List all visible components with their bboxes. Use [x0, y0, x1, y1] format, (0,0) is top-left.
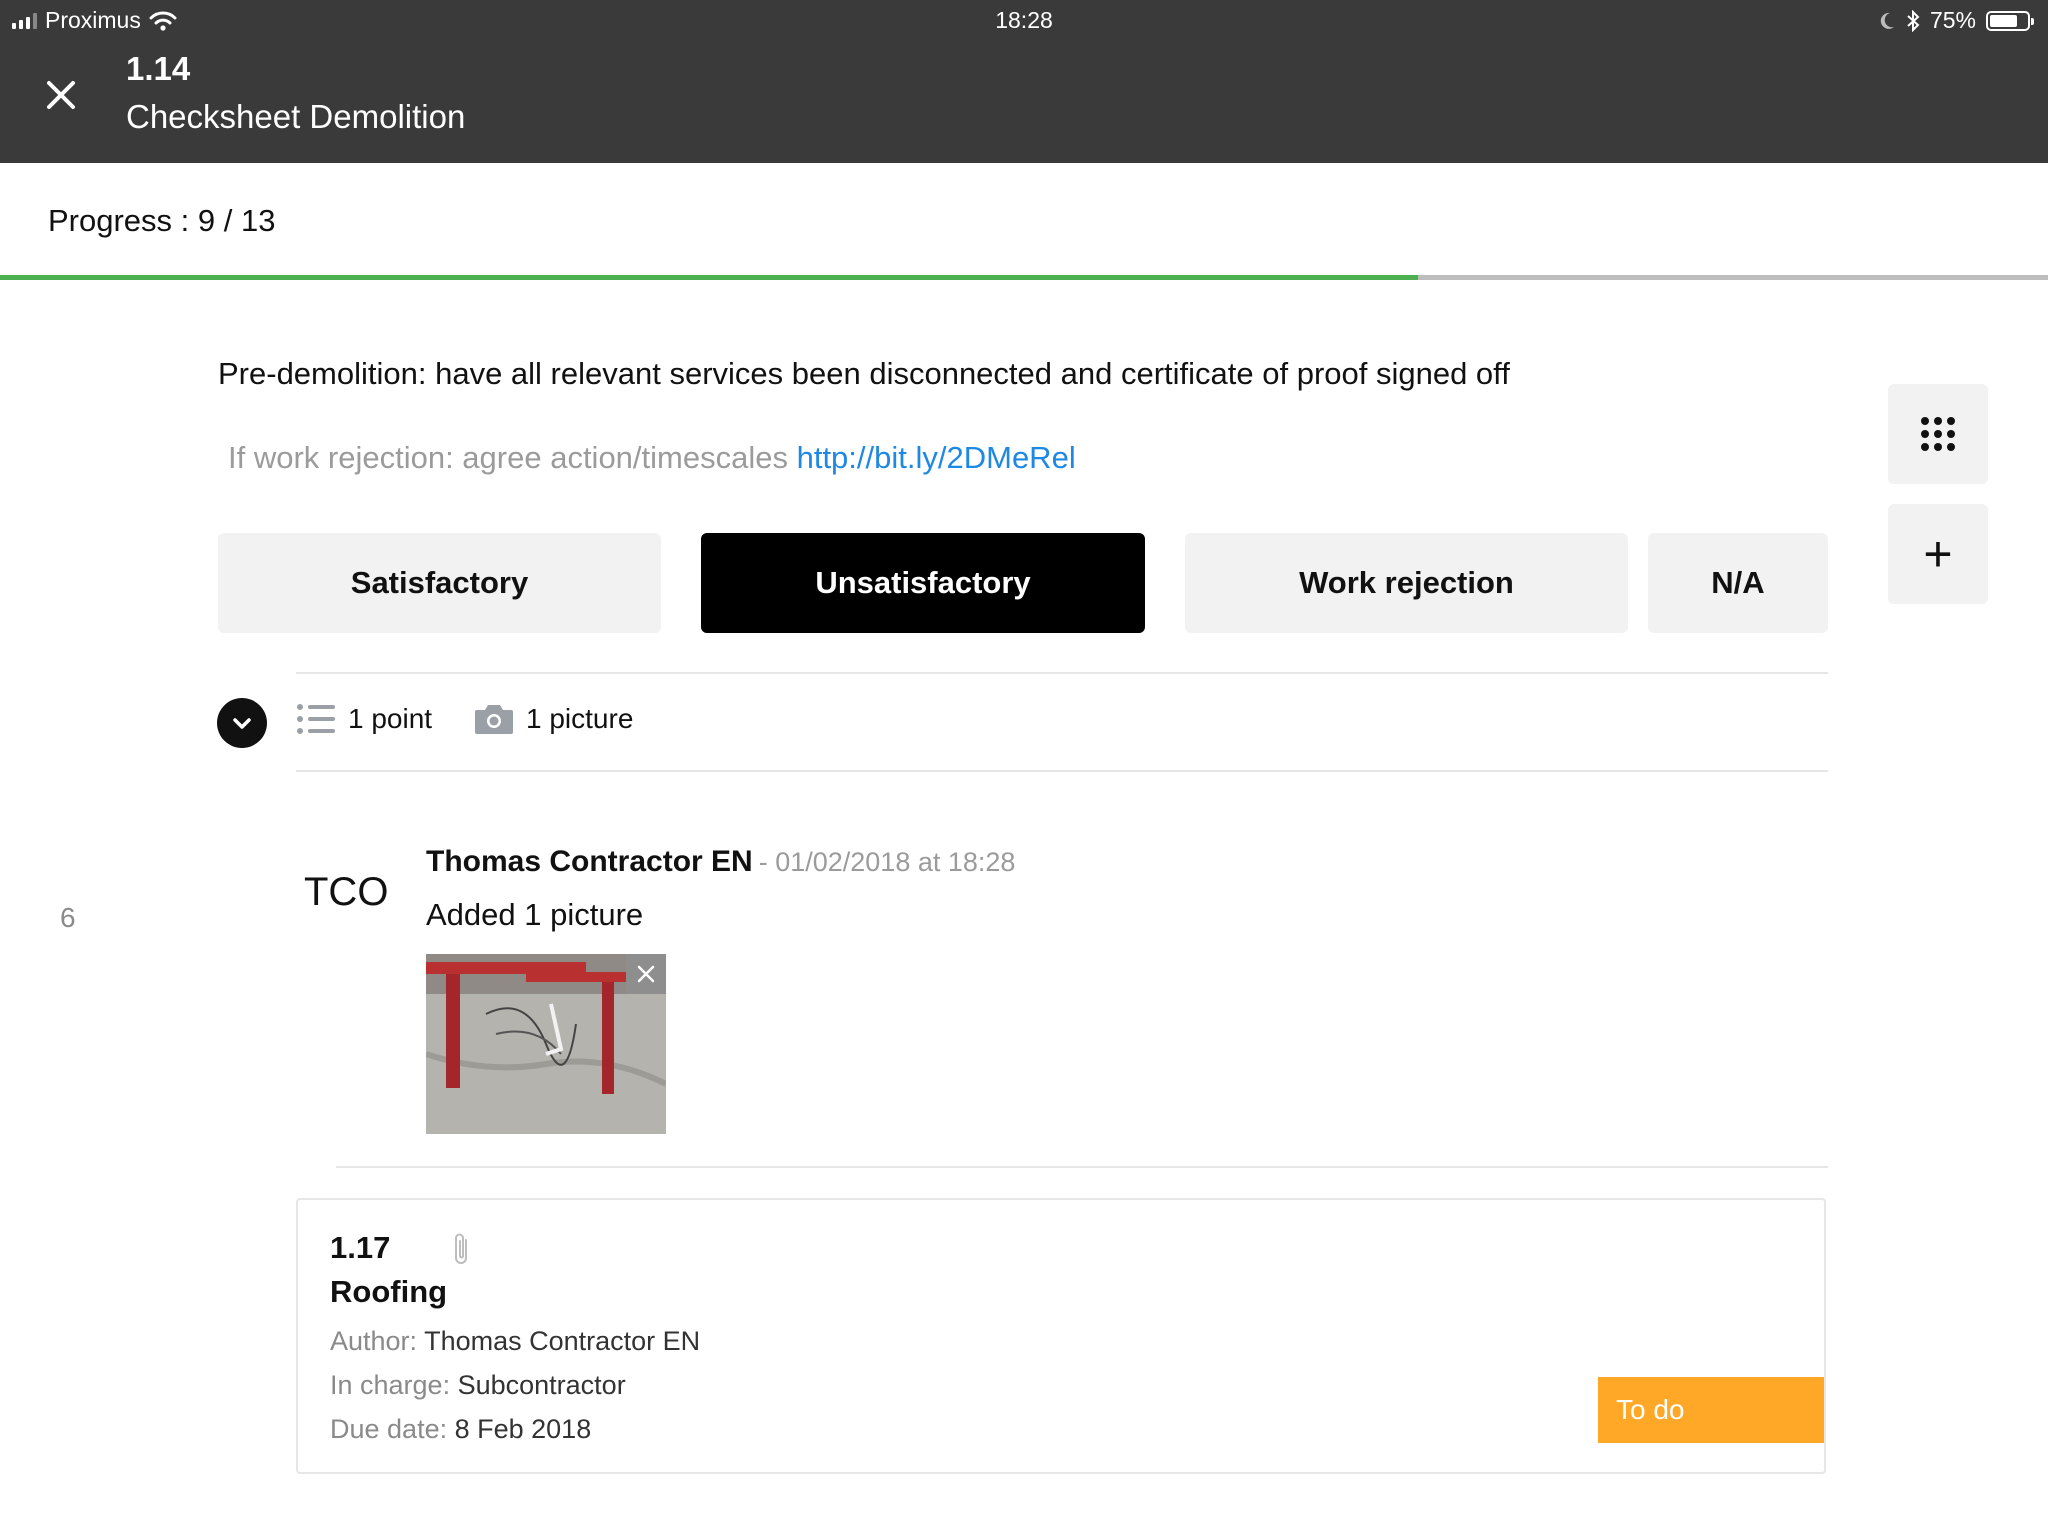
in-charge-label: In charge:	[330, 1370, 451, 1400]
checksheet-code: 1.14	[126, 50, 191, 87]
answer-satisfactory[interactable]: Satisfactory	[218, 533, 661, 633]
pictures-summary[interactable]: 1 picture	[474, 703, 633, 735]
in-charge-value: Subcontractor	[457, 1370, 626, 1400]
status-time: 18:28	[995, 7, 1053, 33]
points-summary[interactable]: 1 point	[296, 703, 432, 735]
comment-photo[interactable]	[426, 954, 666, 1134]
answer-unsatisfactory[interactable]: Unsatisfactory	[701, 533, 1145, 633]
add-button[interactable]: +	[1888, 504, 1988, 604]
task-title: Roofing	[330, 1274, 448, 1309]
due-date-value: 8 Feb 2018	[454, 1414, 592, 1444]
task-due-date: Due date: 8 Feb 2018	[330, 1414, 591, 1445]
close-button[interactable]	[36, 70, 86, 120]
avatar: TCO	[304, 870, 389, 914]
answer-na[interactable]: N/A	[1648, 533, 1828, 633]
question-text: Pre-demolition: have all relevant servic…	[218, 356, 1510, 391]
remove-icon	[637, 965, 655, 983]
author-label: Author:	[330, 1326, 418, 1356]
app-header: Proximus 18:28 75% 1.14 Checksheet Demol…	[0, 0, 2048, 163]
battery-percent: 75%	[1929, 7, 1976, 33]
progress-bar	[0, 275, 2048, 280]
row-number: 6	[60, 902, 76, 933]
grid-dots-icon	[1921, 417, 1955, 451]
moon-icon	[1880, 12, 1894, 29]
chevron-down-icon	[233, 718, 251, 729]
task-author: Author: Thomas Contractor EN	[330, 1326, 700, 1357]
hint-link[interactable]: http://bit.ly/2DMeRel	[797, 440, 1076, 475]
status-badge: To do	[1598, 1377, 1824, 1443]
progress-bar-fill	[0, 275, 1418, 280]
hint-text: If work rejection: agree action/timescal…	[228, 440, 788, 475]
task-code: 1.17	[330, 1230, 391, 1265]
progress-label: Progress : 9 / 13	[48, 203, 276, 238]
remove-photo-button[interactable]	[626, 954, 666, 994]
list-icon	[297, 704, 335, 734]
camera-icon	[475, 705, 513, 734]
paperclip-icon	[455, 1233, 467, 1264]
answer-work-rejection[interactable]: Work rejection	[1185, 533, 1628, 633]
points-count: 1 point	[348, 703, 433, 734]
author-value: Thomas Contractor EN	[424, 1326, 701, 1356]
due-date-label: Due date:	[330, 1414, 448, 1444]
pictures-count: 1 picture	[526, 703, 634, 734]
divider	[336, 1166, 1828, 1168]
more-options-button[interactable]	[1888, 384, 1988, 484]
status-bar: Proximus 18:28 75%	[0, 0, 2048, 42]
battery-icon	[1986, 10, 2034, 31]
question-hint: If work rejection: agree action/timescal…	[228, 440, 1076, 476]
collapse-toggle[interactable]	[217, 698, 267, 748]
divider	[296, 672, 1828, 674]
checksheet-title: Checksheet Demolition	[126, 98, 466, 135]
comment-header: Thomas Contractor EN - 01/02/2018 at 18:2…	[426, 845, 1015, 879]
bluetooth-icon	[1907, 9, 1920, 32]
status-bar-right: 75%	[1878, 7, 2034, 34]
task-card[interactable]: 1.17 Roofing Author: Thomas Contractor E…	[296, 1198, 1826, 1474]
comment-author: Thomas Contractor EN	[426, 845, 753, 878]
close-icon	[47, 81, 75, 109]
plus-icon: +	[1923, 526, 1953, 582]
task-in-charge: In charge: Subcontractor	[330, 1370, 626, 1401]
divider	[296, 770, 1828, 772]
comment-timestamp: - 01/02/2018 at 18:28	[758, 847, 1016, 877]
battery-level	[1990, 14, 2017, 27]
comment-text: Added 1 picture	[426, 897, 644, 932]
